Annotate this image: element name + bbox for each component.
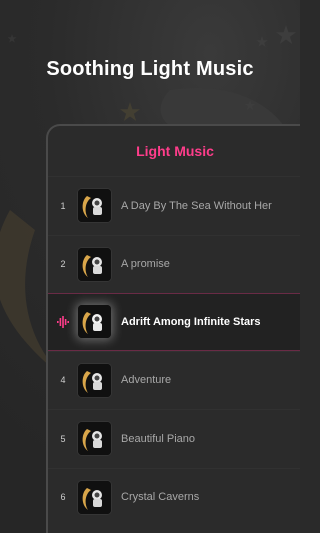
track-row-now-playing[interactable]: Adrift Among Infinite Stars: [48, 293, 300, 351]
track-title: Beautiful Piano: [121, 432, 195, 445]
track-row[interactable]: 1 A Day By The Sea Without Her: [48, 176, 300, 235]
track-title: Adrift Among Infinite Stars: [121, 315, 261, 328]
playlist-header: Light Music: [48, 126, 300, 176]
phone-mockup: Light Music 1 A Day By The Sea Without H…: [46, 124, 300, 533]
track-title: Adventure: [121, 374, 172, 387]
page-headline: Soothing Light Music: [46, 58, 254, 80]
track-number: 6: [60, 492, 66, 503]
app-screen: Soothing Light Music Light Music 1 A Day…: [0, 0, 300, 533]
track-row[interactable]: 2 A promise: [48, 235, 300, 294]
track-title: A Day By The Sea Without Her: [121, 199, 272, 212]
track-number: 4: [60, 375, 66, 386]
playlist-title: Light Music: [136, 143, 214, 159]
track-row[interactable]: 5 Beautiful Piano: [48, 409, 300, 468]
track-list: 1 A Day By The Sea Without Her 2 A promi…: [48, 176, 300, 526]
track-title: Crystal Caverns: [121, 491, 200, 504]
astronaut-on-moon-icon: [78, 363, 111, 397]
track-row[interactable]: 6 Crystal Caverns: [48, 468, 300, 527]
track-number: 1: [60, 200, 66, 211]
astronaut-on-moon-icon: [78, 422, 111, 456]
track-title: A promise: [121, 258, 170, 271]
astronaut-on-moon-icon: [78, 247, 111, 281]
track-number: 5: [60, 433, 66, 444]
astronaut-on-moon-icon: [78, 305, 111, 339]
track-number: 2: [60, 259, 66, 270]
astronaut-on-moon-icon: [78, 480, 111, 514]
soundwave-icon: [48, 315, 78, 328]
track-row[interactable]: 4 Adventure: [48, 351, 300, 410]
astronaut-on-moon-icon: [78, 189, 111, 223]
